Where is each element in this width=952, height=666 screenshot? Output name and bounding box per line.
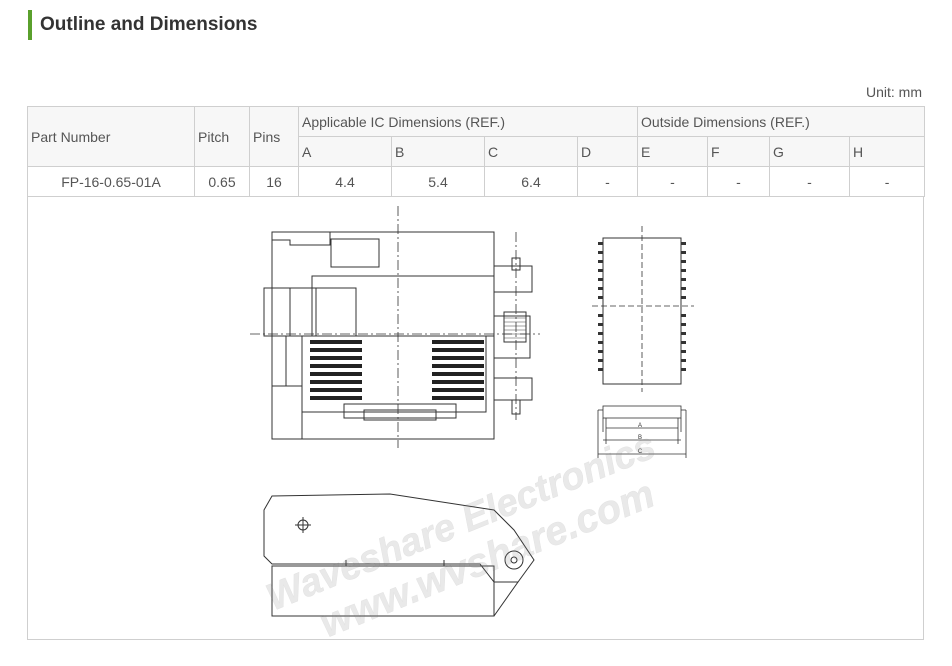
technical-drawing: A B C Waveshare Electronics www.wvshare.… — [250, 206, 694, 647]
spring-coil — [504, 317, 526, 339]
ic-leads — [598, 242, 686, 371]
ic-package-view — [592, 226, 694, 392]
contact-pins-right — [432, 340, 484, 400]
watermark: Waveshare Electronics www.wvshare.com — [260, 425, 661, 647]
contact-pins-left — [310, 340, 362, 400]
